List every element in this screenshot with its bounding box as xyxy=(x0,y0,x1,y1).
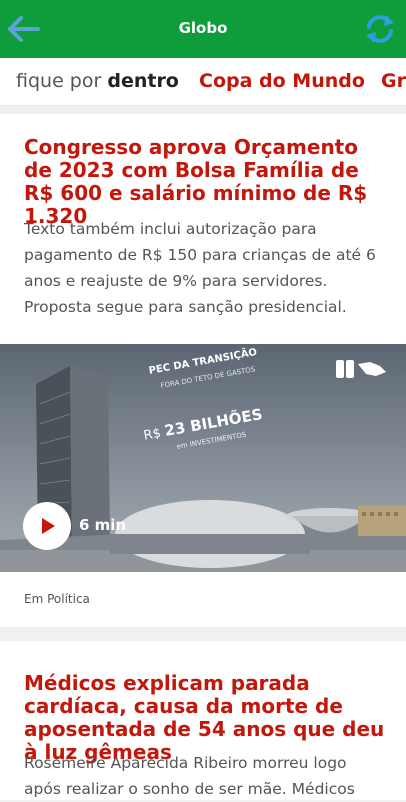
app-title: Globo xyxy=(178,19,228,37)
refresh-icon xyxy=(366,15,394,43)
tab-next-partial[interactable]: Gr xyxy=(381,70,406,92)
refresh-button[interactable] xyxy=(362,11,398,47)
play-icon xyxy=(42,518,55,534)
news-summary: Rosemeire Aparecida Ribeiro morreu logo … xyxy=(24,754,355,798)
tab-copa-do-mundo[interactable]: Copa do Mundo xyxy=(199,70,365,92)
tab-fique-light-label: fique por xyxy=(16,70,102,92)
video-duration: 6 min xyxy=(79,516,127,534)
section-tabs: fique por dentro Copa do Mundo Gr xyxy=(0,58,406,106)
news-card: Congresso aprova Orçamento de 2023 com B… xyxy=(0,114,406,627)
play-button[interactable] xyxy=(23,502,71,550)
tab-fique-por-dentro[interactable]: fique por dentro xyxy=(16,70,179,92)
broadcaster-logo xyxy=(336,360,386,378)
section-label[interactable]: Em Política xyxy=(24,592,90,606)
news-headline[interactable]: Congresso aprova Orçamento de 2023 com B… xyxy=(24,136,390,228)
video-thumbnail[interactable]: PEC DA TRANSIÇÃO FORA DO TETO DE GASTOS … xyxy=(0,344,406,572)
news-card: Médicos explicam parada cardíaca, causa … xyxy=(0,641,406,800)
news-summary: Texto também inclui autorização para pag… xyxy=(24,220,376,316)
app-bar: Globo xyxy=(0,0,406,58)
tab-fique-bold-label: dentro xyxy=(107,70,179,92)
overlay-amount-prefix: R$ xyxy=(142,425,163,444)
